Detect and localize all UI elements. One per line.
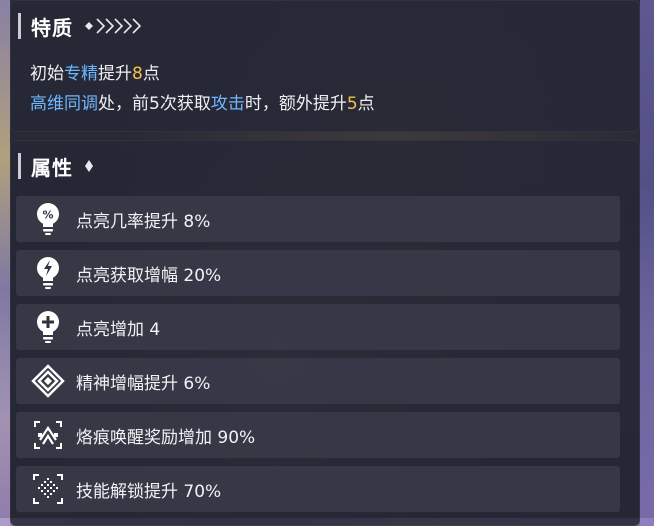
- traits-title: 特质: [31, 15, 73, 40]
- attribute-row: 技能解锁提升 70%: [16, 466, 620, 512]
- svg-text:%: %: [42, 209, 53, 222]
- attribute-label: 精神增幅提升 6%: [76, 373, 211, 394]
- plus-bulb-icon: [30, 309, 66, 345]
- attribute-label: 烙痕唤醒奖励增加 90%: [76, 427, 256, 448]
- trait-text: 点: [142, 64, 160, 84]
- traits-panel: 特质 初始专精提升8点 高维同调处，前5次获取攻击时，额外提升5点: [10, 0, 640, 132]
- traits-header: 特质: [18, 11, 145, 41]
- background-art-left: [0, 0, 10, 526]
- percent-bulb-icon: %: [30, 201, 66, 237]
- chevron-rank-icon: [83, 15, 145, 37]
- trait-value: 5: [346, 94, 358, 114]
- trait-value: 8: [132, 64, 143, 84]
- attribute-label: 点亮获取增幅 20%: [76, 265, 222, 286]
- attribute-row: 精神增幅提升 6%: [16, 358, 620, 404]
- trait-keyword: 专精: [64, 64, 98, 84]
- brand-frame-icon: [30, 417, 66, 453]
- background-art-right: [640, 0, 654, 526]
- attribute-row: 点亮获取增幅 20%: [16, 250, 620, 296]
- trait-keyword: 高维同调: [30, 94, 98, 114]
- trait-text: 时，额外提升: [244, 94, 347, 114]
- trait-text: 初始: [30, 64, 64, 84]
- spirit-diamond-icon: [30, 363, 66, 399]
- trait-text: 提升: [98, 64, 132, 84]
- skill-unlock-icon: [30, 471, 66, 507]
- trait-keyword: 攻击: [210, 94, 245, 114]
- attribute-row: 烙痕唤醒奖励增加 90%: [16, 412, 620, 458]
- section-accent-bar: [18, 153, 21, 179]
- trait-text: 处，前5次获取: [98, 94, 211, 114]
- attribute-row: 点亮增加 4: [16, 304, 620, 350]
- section-accent-bar: [18, 13, 21, 39]
- attributes-panel: 属性 % 点亮几率提升 8% 点亮获取增幅 20% 点亮增加 4 精神增幅提升 …: [10, 140, 640, 526]
- attribute-label: 技能解锁提升 70%: [76, 481, 222, 502]
- attribute-label: 点亮几率提升 8%: [76, 211, 211, 232]
- attributes-header: 属性: [18, 151, 95, 181]
- attribute-row: % 点亮几率提升 8%: [16, 196, 620, 242]
- lightning-bulb-icon: [30, 255, 66, 291]
- attribute-label: 点亮增加 4: [76, 319, 161, 340]
- trait-line-1: 初始专精提升8点: [30, 59, 160, 84]
- diamond-icon: [83, 159, 95, 173]
- attributes-title: 属性: [31, 155, 73, 180]
- trait-text: 点: [357, 94, 375, 114]
- trait-line-2: 高维同调处，前5次获取攻击时，额外提升5点: [30, 89, 375, 114]
